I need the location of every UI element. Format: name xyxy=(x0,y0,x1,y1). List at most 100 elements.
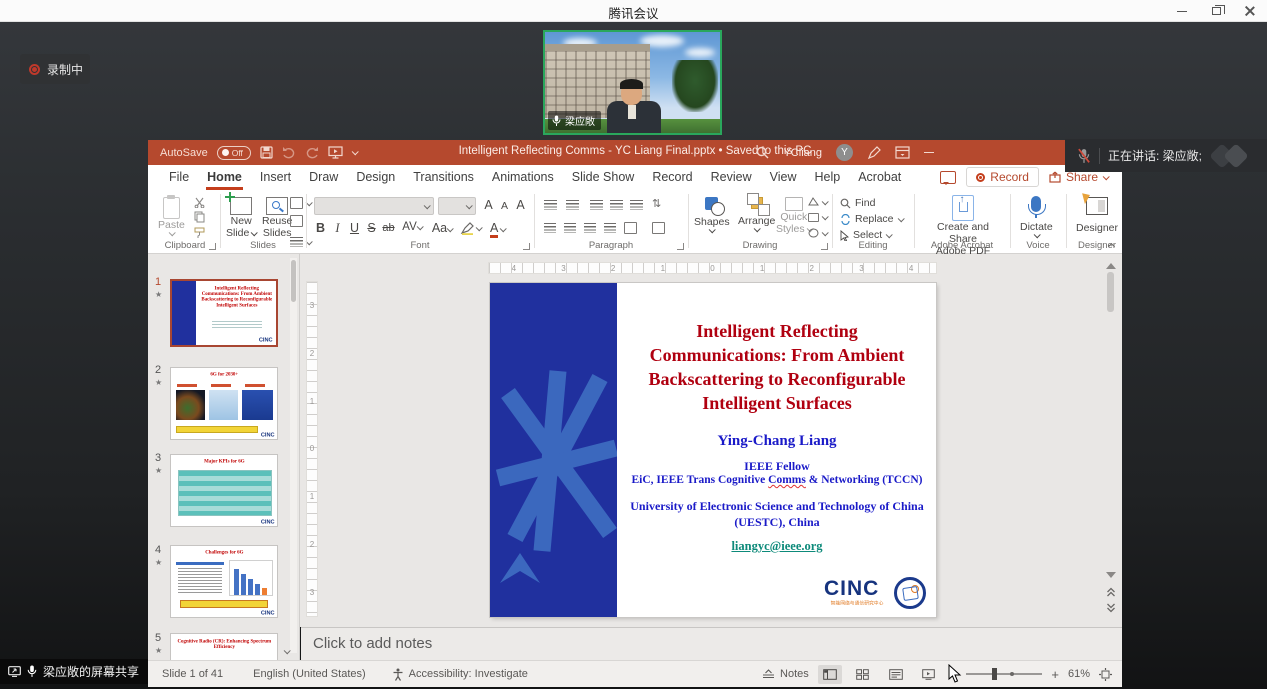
cut-icon[interactable] xyxy=(194,197,205,208)
tab-review[interactable]: Review xyxy=(702,166,761,190)
slide-thumbnail-5[interactable]: Cognitive Radio (CR): Enhancing Spectrum… xyxy=(170,633,278,660)
thumbnail-scrollbar-thumb[interactable] xyxy=(291,260,296,302)
reading-view-button[interactable] xyxy=(884,665,908,684)
search-icon[interactable] xyxy=(756,146,769,159)
slideshow-view-button[interactable] xyxy=(917,665,941,684)
tab-draw[interactable]: Draw xyxy=(300,166,347,190)
clipboard-dialog-launcher-icon[interactable] xyxy=(209,243,216,250)
numbering-icon[interactable] xyxy=(566,200,579,210)
justify-icon[interactable] xyxy=(604,223,616,233)
smartart-convert-icon[interactable] xyxy=(652,222,665,234)
shadow-button[interactable]: S xyxy=(363,221,380,235)
zoom-slider-thumb[interactable] xyxy=(992,668,997,680)
editor-scrollbar[interactable] xyxy=(1104,256,1118,625)
ppt-minimize-icon[interactable] xyxy=(924,152,934,153)
accessibility-status[interactable]: Accessibility: Investigate xyxy=(392,668,528,681)
paragraph-dialog-launcher-icon[interactable] xyxy=(677,243,684,250)
speaker-video-tile[interactable]: 梁应敞 xyxy=(543,30,722,135)
comments-icon[interactable] xyxy=(940,171,956,184)
bold-button[interactable]: B xyxy=(312,221,329,235)
clear-formatting-button[interactable]: A xyxy=(512,198,529,212)
find-button[interactable]: Find xyxy=(840,197,875,209)
line-spacing-icon[interactable] xyxy=(630,200,643,210)
save-icon[interactable] xyxy=(260,146,273,159)
slide-canvas[interactable]: Intelligent Reflecting Communications: F… xyxy=(490,283,936,617)
italic-button[interactable]: I xyxy=(329,221,346,236)
tab-insert[interactable]: Insert xyxy=(251,166,300,190)
tab-help[interactable]: Help xyxy=(805,166,849,190)
tab-animations[interactable]: Animations xyxy=(483,166,563,190)
previous-slide-icon[interactable] xyxy=(1106,586,1116,598)
align-center-icon[interactable] xyxy=(564,223,576,233)
editor-scrollbar-thumb[interactable] xyxy=(1107,272,1114,312)
shapes-button[interactable]: Shapes xyxy=(694,197,730,233)
scroll-up-icon[interactable] xyxy=(1106,258,1116,269)
font-name-select[interactable] xyxy=(314,197,434,215)
undo-icon[interactable] xyxy=(282,146,296,159)
paste-button[interactable]: Paste xyxy=(158,197,185,236)
redo-icon[interactable] xyxy=(305,146,319,159)
tab-transitions[interactable]: Transitions xyxy=(404,166,483,190)
align-left-icon[interactable] xyxy=(544,223,556,233)
font-dialog-launcher-icon[interactable] xyxy=(523,243,530,250)
arrange-button[interactable]: Arrange xyxy=(738,197,775,232)
slide-thumbnail-3[interactable]: Major KPIs for 6G CINC xyxy=(170,454,278,527)
customize-qat-chevron-icon[interactable] xyxy=(351,148,358,155)
columns-icon[interactable] xyxy=(624,222,637,234)
slide-thumbnail-2[interactable]: 6G for 2030+ CINC xyxy=(170,367,278,440)
scroll-down-icon[interactable] xyxy=(1106,572,1116,583)
increase-font-size-button[interactable]: A xyxy=(480,198,497,212)
tab-file[interactable]: File xyxy=(160,166,198,190)
tab-record[interactable]: Record xyxy=(643,166,701,190)
normal-view-button[interactable] xyxy=(818,665,842,684)
notes-toggle[interactable]: Notes xyxy=(762,668,809,680)
pen-mode-icon[interactable] xyxy=(867,146,881,160)
zoom-slider[interactable] xyxy=(966,673,1042,675)
next-slide-icon[interactable] xyxy=(1106,602,1116,614)
copy-icon[interactable] xyxy=(194,211,205,223)
strikethrough-button[interactable]: ab xyxy=(380,222,397,234)
format-painter-icon[interactable] xyxy=(194,227,205,239)
zoom-level[interactable]: 61% xyxy=(1068,668,1090,680)
restore-button[interactable] xyxy=(1199,0,1233,22)
dictate-button[interactable]: Dictate xyxy=(1020,196,1053,238)
character-spacing-button[interactable]: AV xyxy=(400,221,424,233)
language-indicator[interactable]: English (United States) xyxy=(253,668,366,680)
share-button[interactable]: Share xyxy=(1049,170,1108,184)
autosave-toggle[interactable]: Off xyxy=(217,146,251,160)
decrease-font-size-button[interactable]: A xyxy=(496,200,513,212)
change-case-button[interactable]: Aa xyxy=(430,221,454,235)
slide-thumbnail-4[interactable]: Challenges for 6G CINC xyxy=(170,545,278,618)
tab-acrobat[interactable]: Acrobat xyxy=(849,166,910,190)
slide-indicator[interactable]: Slide 1 of 41 xyxy=(162,668,223,680)
minimize-button[interactable] xyxy=(1165,0,1199,22)
new-slide-button[interactable]: New Slide xyxy=(226,197,256,239)
tab-view[interactable]: View xyxy=(761,166,806,190)
reuse-slides-button[interactable]: Reuse Slides xyxy=(262,197,292,239)
font-color-button[interactable]: A xyxy=(490,221,516,238)
tab-design[interactable]: Design xyxy=(347,166,404,190)
record-button[interactable]: Record xyxy=(966,167,1039,187)
font-size-select[interactable] xyxy=(438,197,476,215)
bullets-icon[interactable] xyxy=(544,200,557,210)
tab-home[interactable]: Home xyxy=(198,166,251,190)
highlight-color-button[interactable] xyxy=(460,221,481,235)
notes-pane[interactable]: Click to add notes xyxy=(301,627,1122,660)
thumbnail-scrollbar[interactable] xyxy=(290,258,297,653)
start-slideshow-icon[interactable] xyxy=(328,146,343,159)
text-direction-icon[interactable]: ⇅ xyxy=(652,197,661,210)
account-name[interactable]: YCliang xyxy=(783,147,822,159)
drawing-dialog-launcher-icon[interactable] xyxy=(821,243,828,250)
designer-button[interactable]: Designer xyxy=(1076,197,1118,234)
close-button[interactable] xyxy=(1233,0,1267,22)
shape-fill-icon[interactable] xyxy=(808,197,827,207)
slide-thumbnail-1[interactable]: Intelligent Reflecting Communications: F… xyxy=(170,279,278,347)
ribbon-display-options-icon[interactable] xyxy=(895,146,910,159)
replace-button[interactable]: Replace xyxy=(840,213,903,225)
tab-slide-show[interactable]: Slide Show xyxy=(563,166,644,190)
align-right-icon[interactable] xyxy=(584,223,596,233)
decrease-indent-icon[interactable] xyxy=(590,200,603,210)
underline-button[interactable]: U xyxy=(346,221,363,235)
zoom-in-button[interactable]: + xyxy=(1051,667,1059,682)
slide-sorter-view-button[interactable] xyxy=(851,665,875,684)
